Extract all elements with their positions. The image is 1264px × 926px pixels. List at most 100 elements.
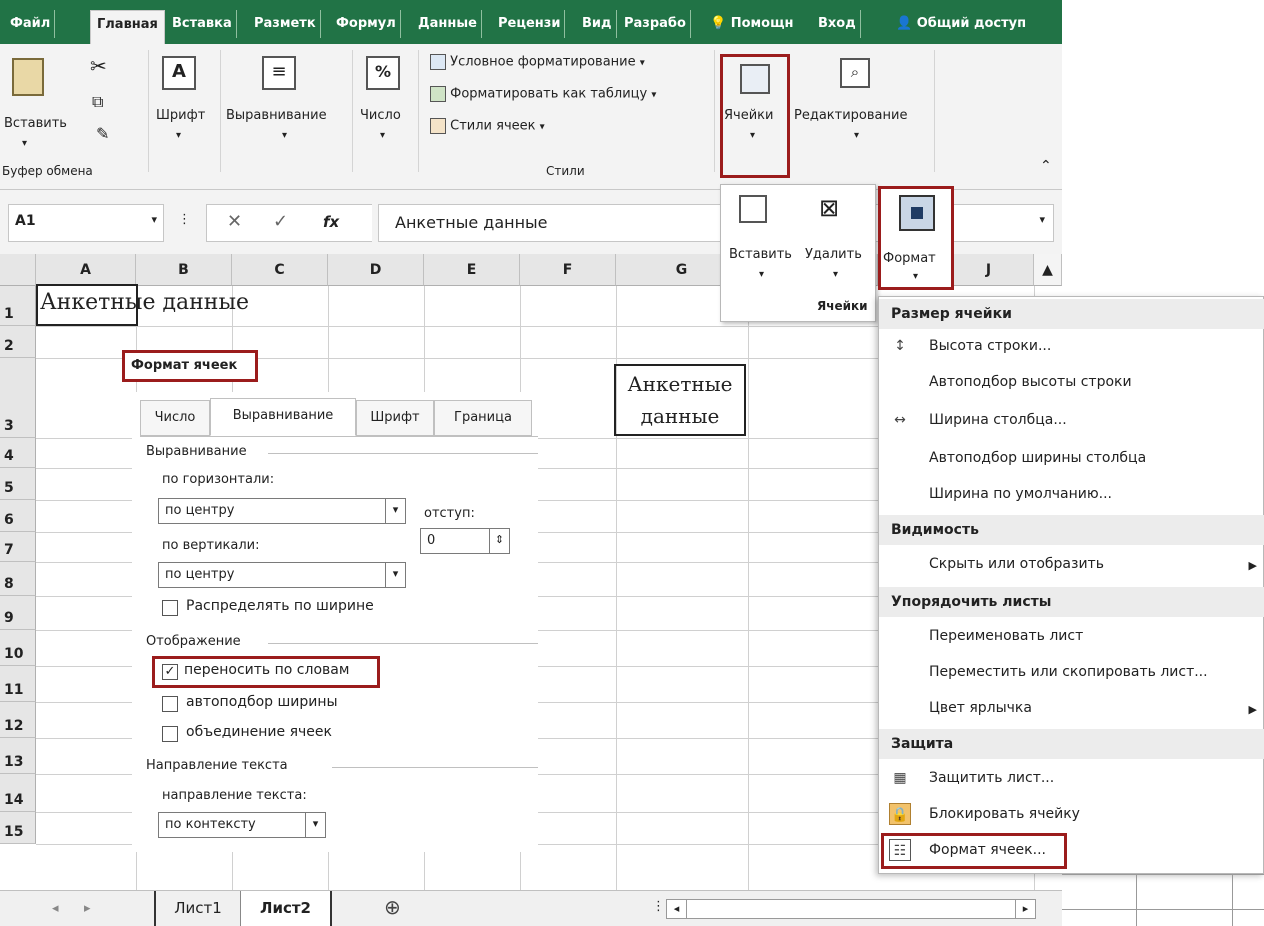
dialog-tab-alignment[interactable]: Выравнивание	[210, 398, 356, 436]
copy-icon[interactable]: ⧉	[92, 92, 103, 112]
row-header-12[interactable]: 12	[0, 702, 36, 738]
cells-icon[interactable]	[740, 64, 770, 94]
wrap-text-checkbox[interactable]: ✓	[162, 664, 178, 680]
chevron-down-icon[interactable]: ▾	[282, 130, 287, 141]
row-header-3[interactable]: 3	[0, 358, 36, 438]
scroll-right-icon[interactable]: ▸	[1015, 900, 1035, 918]
row-header-13[interactable]: 13	[0, 738, 36, 774]
delete-cells-icon[interactable]: ⊠	[819, 195, 849, 223]
check-icon[interactable]: ✓	[273, 211, 288, 232]
menu-item-column-width[interactable]: Ширина столбца...	[929, 405, 1067, 435]
add-sheet-icon[interactable]: ⊕	[384, 895, 401, 919]
chevron-down-icon[interactable]: ▾	[151, 213, 157, 226]
paste-dropdown-icon[interactable]: ▾	[22, 138, 27, 149]
share-button[interactable]: 👤 Общий доступ	[896, 10, 1026, 38]
dialog-tab-border[interactable]: Граница	[434, 400, 532, 436]
conditional-formatting-button[interactable]: Условное форматирование ▾	[430, 54, 645, 70]
chevron-down-icon[interactable]: ▾	[759, 269, 764, 280]
chevron-down-icon[interactable]: ▾	[1039, 213, 1045, 226]
column-header-c[interactable]: C	[232, 254, 328, 286]
row-header-7[interactable]: 7	[0, 532, 36, 562]
menu-item-rename-sheet[interactable]: Переименовать лист	[929, 621, 1083, 651]
sheet-tab-1[interactable]: Лист1	[154, 891, 240, 926]
merge-cells-checkbox[interactable]	[162, 726, 178, 742]
row-header-15[interactable]: 15	[0, 812, 36, 844]
tab-insert[interactable]: Вставка	[172, 10, 237, 38]
row-header-4[interactable]: 4	[0, 438, 36, 468]
row-header-14[interactable]: 14	[0, 774, 36, 812]
column-header-f[interactable]: F	[520, 254, 616, 286]
horizontal-select[interactable]: по центру ▾	[158, 498, 406, 524]
cancel-icon[interactable]: ✕	[227, 211, 242, 232]
number-button[interactable]: Число	[360, 108, 401, 123]
format-button[interactable]: Формат ▾	[878, 186, 954, 290]
paste-button[interactable]: Вставить	[4, 116, 67, 131]
insert-function-icon[interactable]: fx	[323, 213, 339, 231]
sheet-tab-2[interactable]: Лист2	[240, 891, 332, 926]
chevron-down-icon[interactable]: ▾	[750, 130, 755, 141]
tab-developer[interactable]: Разрабо	[624, 10, 691, 38]
chevron-down-icon[interactable]: ▾	[833, 269, 838, 280]
scroll-up-icon[interactable]: ▲	[1034, 254, 1062, 286]
shrink-to-fit-checkbox[interactable]	[162, 696, 178, 712]
menu-item-hide-show[interactable]: Скрыть или отобразить	[929, 549, 1104, 579]
row-header-8[interactable]: 8	[0, 562, 36, 596]
magnifier-icon[interactable]: ⌕	[840, 58, 870, 88]
column-header-j[interactable]: J	[944, 254, 1034, 286]
editing-button[interactable]: Редактирование	[794, 108, 907, 123]
menu-item-move-copy-sheet[interactable]: Переместить или скопировать лист...	[929, 657, 1208, 687]
menu-item-tab-color[interactable]: Цвет ярлычка	[929, 693, 1032, 723]
column-header-e[interactable]: E	[424, 254, 520, 286]
row-header-1[interactable]: 1	[0, 286, 36, 326]
tab-home[interactable]: Главная	[90, 10, 165, 44]
tab-formulas[interactable]: Формул	[336, 10, 401, 38]
chevron-down-icon[interactable]: ▾	[380, 130, 385, 141]
tab-page-layout[interactable]: Разметк	[254, 10, 321, 38]
row-header-5[interactable]: 5	[0, 468, 36, 500]
tab-review[interactable]: Рецензи	[498, 10, 566, 38]
cells-button[interactable]: Ячейки	[724, 108, 773, 123]
column-header-a[interactable]: A	[36, 254, 136, 286]
delete-cells-button[interactable]: Удалить	[805, 247, 862, 262]
distribute-checkbox[interactable]	[162, 600, 178, 616]
font-button[interactable]: Шрифт	[156, 108, 205, 123]
format-as-table-button[interactable]: Форматировать как таблицу ▾	[430, 86, 656, 102]
horizontal-scrollbar[interactable]: ◂ ▸	[666, 899, 1036, 919]
chevron-down-icon[interactable]: ▾	[854, 130, 859, 141]
tab-help[interactable]: 💡 Помощн	[710, 10, 793, 38]
prev-sheet-icon[interactable]: ◂	[52, 901, 59, 916]
cell-styles-button[interactable]: Стили ячеек ▾	[430, 118, 545, 134]
column-header-b[interactable]: B	[136, 254, 232, 286]
percent-icon[interactable]: %	[366, 56, 400, 90]
row-header-11[interactable]: 11	[0, 666, 36, 702]
chevron-down-icon[interactable]: ▾	[176, 130, 181, 141]
format-painter-icon[interactable]: ✎	[96, 124, 109, 143]
menu-item-autofit-column[interactable]: Автоподбор ширины столбца	[929, 443, 1146, 473]
alignment-button[interactable]: Выравнивание	[226, 108, 327, 123]
scroll-left-icon[interactable]: ◂	[667, 900, 687, 918]
tab-file[interactable]: Файл	[10, 10, 56, 38]
row-header-2[interactable]: 2	[0, 326, 36, 358]
name-box[interactable]: A1 ▾	[8, 204, 164, 242]
menu-item-format-cells[interactable]: Формат ячеек...	[929, 835, 1046, 865]
scissors-icon[interactable]: ✂	[90, 54, 107, 78]
menu-item-lock-cell[interactable]: Блокировать ячейку	[929, 799, 1080, 829]
alignment-icon[interactable]: ≡	[262, 56, 296, 90]
menu-item-protect-sheet[interactable]: Защитить лист...	[929, 763, 1054, 793]
tab-view[interactable]: Вид	[582, 10, 617, 38]
row-header-9[interactable]: 9	[0, 596, 36, 630]
column-header-d[interactable]: D	[328, 254, 424, 286]
indent-stepper[interactable]: 0 ⇕	[420, 528, 510, 554]
row-header-10[interactable]: 10	[0, 630, 36, 666]
cell-g3[interactable]: Анкетные данные	[614, 364, 746, 436]
menu-item-row-height[interactable]: Высота строки...	[929, 331, 1051, 361]
insert-cells-button[interactable]: Вставить	[729, 247, 792, 262]
font-icon[interactable]: A	[162, 56, 196, 90]
tab-data[interactable]: Данные	[418, 10, 482, 38]
row-header-6[interactable]: 6	[0, 500, 36, 532]
tab-sign-in[interactable]: Вход	[818, 10, 861, 38]
menu-item-autofit-row[interactable]: Автоподбор высоты строки	[929, 367, 1132, 397]
dialog-tab-font[interactable]: Шрифт	[356, 400, 434, 436]
vertical-select[interactable]: по центру ▾	[158, 562, 406, 588]
insert-cells-icon[interactable]	[739, 195, 767, 223]
